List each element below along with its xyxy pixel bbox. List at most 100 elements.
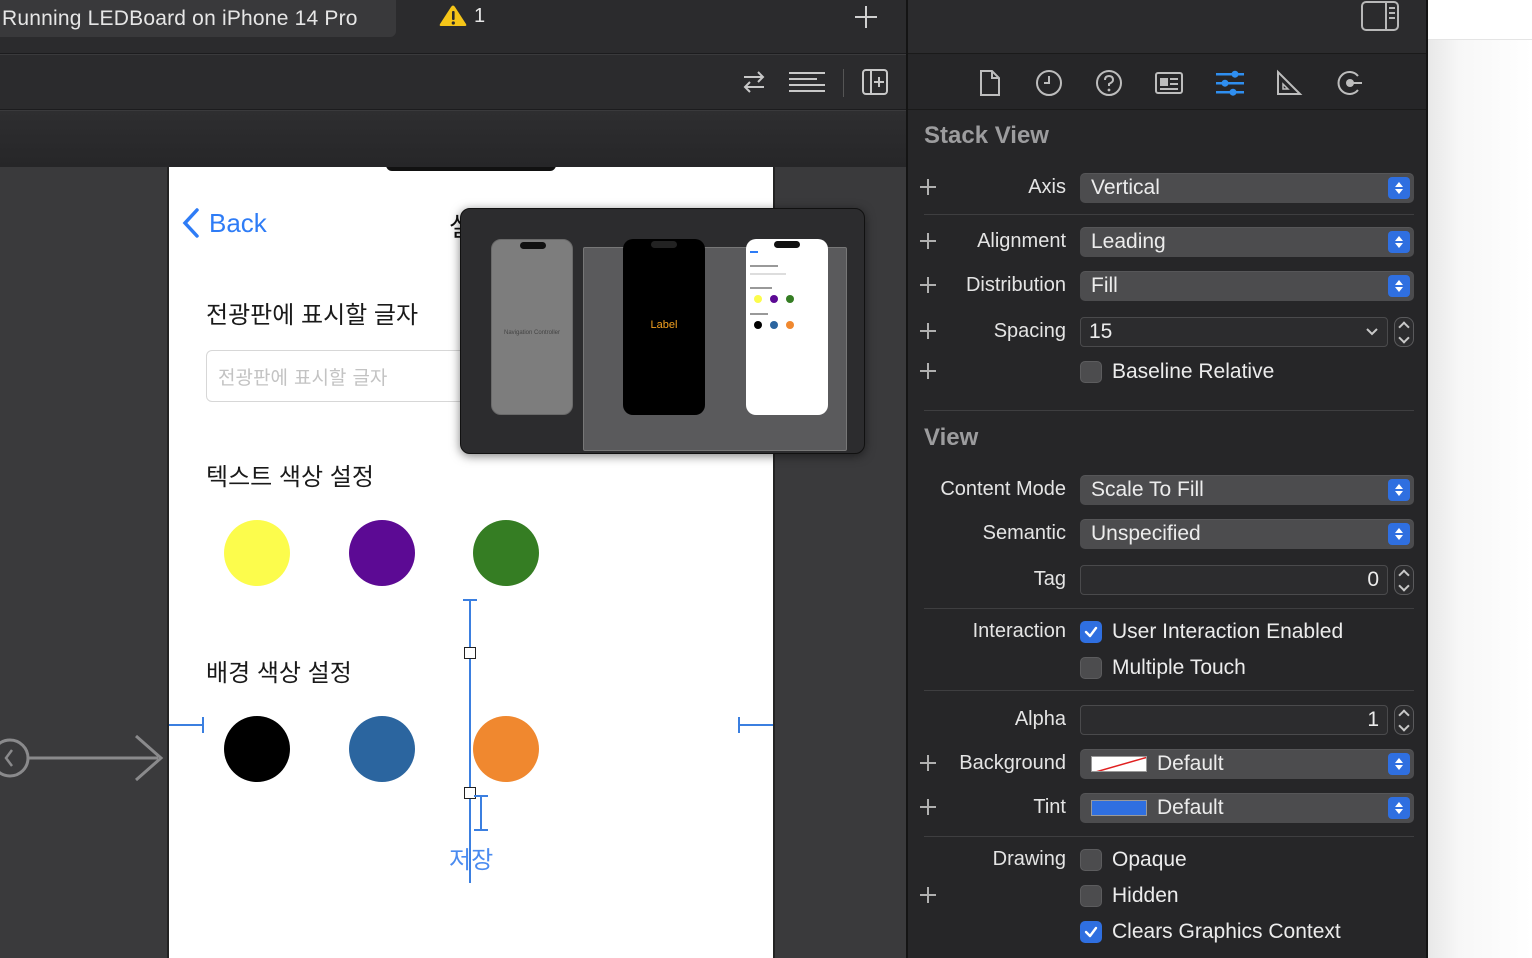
scene-overview-popover[interactable]: Navigation Controller Label: [460, 208, 865, 454]
led-scene-thumbnail[interactable]: Label: [623, 239, 705, 415]
text-color-label: 텍스트 색상 설정: [206, 464, 374, 491]
text-color-yellow[interactable]: [224, 520, 290, 586]
background-add-variation[interactable]: [920, 755, 936, 771]
bg-color-orange[interactable]: [473, 716, 539, 782]
tint-add-variation[interactable]: [920, 799, 936, 815]
segue-arrow-icon[interactable]: [0, 730, 168, 786]
tab-identity-inspector[interactable]: [1152, 67, 1186, 99]
spacing-constraint[interactable]: [480, 795, 482, 831]
no-color-swatch-icon: [1091, 756, 1147, 772]
background-value: Default: [1157, 752, 1224, 775]
text-color-green[interactable]: [473, 520, 539, 586]
tab-connections-inspector[interactable]: [1333, 67, 1367, 99]
bg-color-label: 배경 색상 설정: [206, 660, 352, 687]
axis-add-variation[interactable]: [920, 179, 936, 195]
background-popup[interactable]: Default: [1080, 749, 1414, 779]
distribution-label: Distribution: [965, 274, 1066, 296]
hidden-label: Hidden: [1112, 884, 1179, 907]
lines-icon: [789, 72, 825, 92]
checkbox[interactable]: [1080, 849, 1102, 871]
clears-label: Clears Graphics Context: [1112, 920, 1341, 943]
clears-context-checkbox[interactable]: Clears Graphics Context: [1080, 920, 1341, 944]
alignment-value: Leading: [1091, 230, 1166, 253]
tab-size-inspector[interactable]: [1272, 67, 1306, 99]
tint-popup[interactable]: Default: [1080, 793, 1414, 823]
baseline-relative-checkbox[interactable]: Baseline Relative: [1080, 360, 1274, 384]
text-color-purple[interactable]: [349, 520, 415, 586]
warning-triangle-icon: [439, 5, 467, 26]
hidden-checkbox[interactable]: Hidden: [1080, 884, 1179, 908]
spacing-label: Spacing: [993, 320, 1066, 342]
toggle-inspector-button[interactable]: [1360, 0, 1400, 32]
checkbox[interactable]: [1080, 621, 1102, 643]
dynamic-island: [386, 167, 556, 171]
alpha-stepper[interactable]: [1394, 705, 1414, 735]
add-tab-button[interactable]: [850, 0, 882, 34]
alpha-field[interactable]: 1: [1080, 705, 1388, 735]
add-panel-button[interactable]: [858, 67, 892, 97]
checkbox[interactable]: [1080, 361, 1102, 383]
semantic-value: Unspecified: [1091, 522, 1201, 545]
text-section-label: 전광판에 표시할 글자: [206, 302, 419, 329]
title-bar: Running LEDBoard on iPhone 14 Pro 1: [0, 0, 906, 54]
alignment-add-variation[interactable]: [920, 233, 936, 249]
distribution-popup[interactable]: Fill: [1080, 271, 1414, 301]
navigation-controller-thumbnail[interactable]: Navigation Controller: [491, 239, 573, 415]
bg-color-blue[interactable]: [349, 716, 415, 782]
jump-bar: [0, 111, 906, 167]
tag-stepper[interactable]: [1394, 565, 1414, 595]
sidebar-right-icon: [1361, 1, 1399, 31]
tab-file-inspector[interactable]: [973, 67, 1007, 99]
warning-indicator[interactable]: 1: [438, 4, 485, 28]
alpha-label: Alpha: [1014, 708, 1066, 730]
chevron-down-icon[interactable]: [1365, 324, 1379, 340]
resize-handle-top[interactable]: [464, 647, 476, 659]
checkbox[interactable]: [1080, 885, 1102, 907]
lines-button[interactable]: [788, 67, 826, 97]
checkbox[interactable]: [1080, 657, 1102, 679]
checkbox[interactable]: [1080, 921, 1102, 943]
tab-attributes-inspector[interactable]: [1213, 67, 1247, 99]
popup-arrows-icon: [1388, 479, 1410, 501]
content-mode-popup[interactable]: Scale To Fill: [1080, 475, 1414, 505]
tint-swatch-icon: [1091, 800, 1147, 816]
settings-scene-thumbnail[interactable]: [746, 239, 828, 415]
run-status[interactable]: Running LEDBoard on iPhone 14 Pro: [0, 0, 396, 37]
drawing-label: Drawing: [992, 848, 1066, 870]
hidden-add-variation[interactable]: [920, 887, 936, 903]
spacing-add-variation[interactable]: [920, 323, 936, 339]
content-mode-value: Scale To Fill: [1091, 478, 1204, 501]
leading-cap: [202, 717, 204, 733]
trailing-constraint[interactable]: [739, 724, 773, 726]
popup-arrows-icon: [1388, 797, 1410, 819]
distribution-add-variation[interactable]: [920, 277, 936, 293]
leading-constraint[interactable]: [169, 724, 203, 726]
axis-label: Axis: [1028, 176, 1066, 198]
alignment-popup[interactable]: Leading: [1080, 227, 1414, 257]
popup-arrows-icon: [1388, 231, 1410, 253]
tab-quick-help[interactable]: [1092, 67, 1126, 99]
spacing-combo[interactable]: 15: [1080, 317, 1388, 347]
mini-back: [750, 251, 758, 253]
add-panel-icon: [862, 69, 888, 95]
tab-history-inspector[interactable]: [1032, 67, 1066, 99]
semantic-popup[interactable]: Unspecified: [1080, 519, 1414, 549]
axis-popup[interactable]: Vertical: [1080, 173, 1414, 203]
connections-icon: [1337, 71, 1362, 95]
ruler-icon: [1277, 69, 1303, 95]
bg-color-black[interactable]: [224, 716, 290, 782]
back-button[interactable]: Back: [181, 207, 267, 239]
user-interaction-checkbox[interactable]: User Interaction Enabled: [1080, 620, 1343, 644]
mini-text: [750, 265, 778, 267]
multiple-touch-checkbox[interactable]: Multiple Touch: [1080, 656, 1246, 680]
stack-view-title: Stack View: [924, 122, 1049, 149]
swap-arrows-button[interactable]: [737, 67, 771, 97]
thumb-label: Label: [650, 319, 678, 331]
tag-field[interactable]: 0: [1080, 565, 1388, 595]
spacing-stepper[interactable]: [1394, 317, 1414, 347]
baseline-add-variation[interactable]: [920, 363, 936, 379]
save-button[interactable]: 저장: [449, 840, 493, 875]
resize-handle-bottom[interactable]: [464, 787, 476, 799]
opaque-checkbox[interactable]: Opaque: [1080, 848, 1187, 872]
content-mode-label: Content Mode: [940, 478, 1066, 500]
